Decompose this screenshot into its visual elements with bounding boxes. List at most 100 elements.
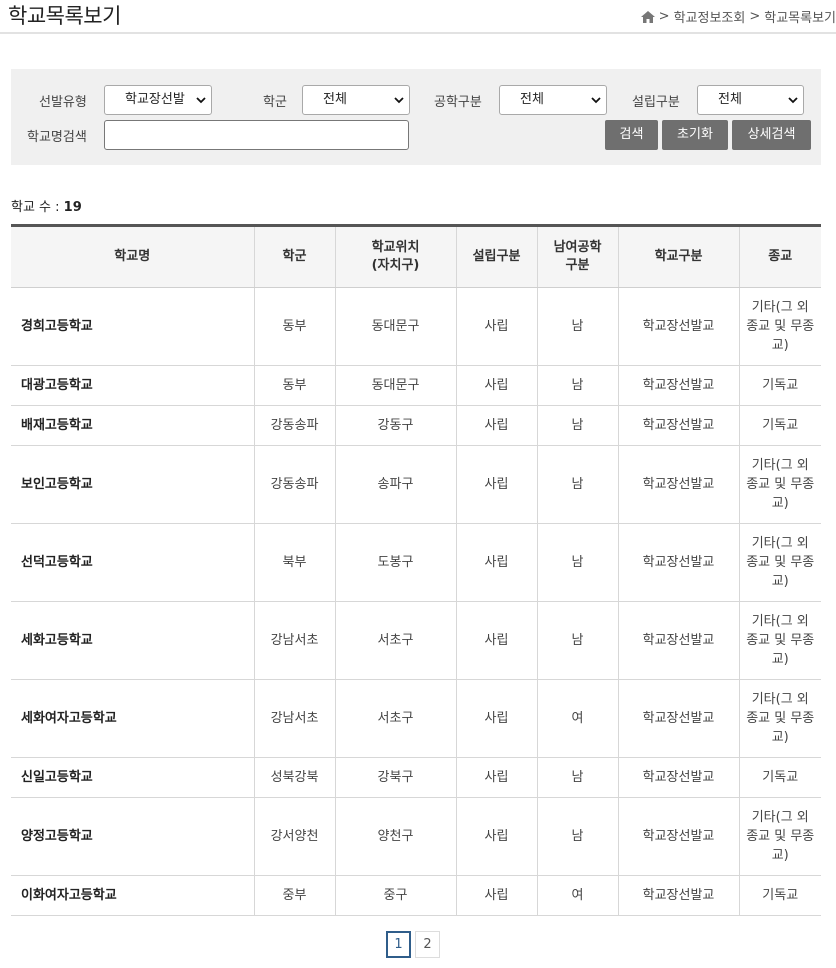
- school-name-cell[interactable]: 대광고등학교: [11, 365, 254, 406]
- religion-cell: 기타(그 외 종교 및 무종교): [738, 445, 821, 524]
- district-cell: 북부: [253, 523, 335, 602]
- location-cell: 도봉구: [334, 523, 456, 602]
- col-header-coed-text: 남여공학 구분: [553, 240, 602, 273]
- col-header-location[interactable]: 학교위치 (자치구): [334, 224, 456, 288]
- table-row: 세화고등학교 강남서초 서초구 사립 남 학교장선발교 기타(그 외 종교 및 무종교): [11, 601, 821, 680]
- table-row: 양정고등학교 강서양천 양천구 사립 남 학교장선발교 기타(그 외 종교 및 무종교): [11, 797, 821, 876]
- location-cell: 강동구: [334, 405, 456, 446]
- table-row: 이화여자고등학교 중부 중구 사립 여 학교장선발교 기독교: [11, 875, 821, 916]
- district-cell: 동부: [253, 287, 335, 366]
- col-header-establishment[interactable]: 설립구분: [455, 224, 537, 288]
- location-cell: 동대문구: [334, 365, 456, 406]
- school-name-cell[interactable]: 양정고등학교: [11, 797, 254, 876]
- school-type-cell: 학교장선발교: [617, 445, 739, 524]
- district-cell: 강남서초: [253, 679, 335, 758]
- school-name-cell[interactable]: 선덕고등학교: [11, 523, 254, 602]
- coed-cell: 남: [536, 365, 618, 406]
- coed-cell: 남: [536, 523, 618, 602]
- coed-cell: 남: [536, 601, 618, 680]
- selection-type-select[interactable]: 학교장선발: [104, 85, 212, 115]
- school-name-cell[interactable]: 보인고등학교: [11, 445, 254, 524]
- district-cell: 동부: [253, 365, 335, 406]
- coed-cell: 여: [536, 679, 618, 758]
- school-type-cell: 학교장선발교: [617, 365, 739, 406]
- home-icon[interactable]: [640, 10, 655, 23]
- religion-cell: 기타(그 외 종교 및 무종교): [738, 287, 821, 366]
- table-row: 세화여자고등학교 강남서초 서초구 사립 여 학교장선발교 기타(그 외 종교 및 무종교): [11, 679, 821, 758]
- reset-button[interactable]: 초기화: [662, 120, 728, 150]
- establishment-value: 전체: [718, 92, 742, 107]
- establishment-cell: 사립: [455, 797, 537, 876]
- religion-cell: 기타(그 외 종교 및 무종교): [738, 601, 821, 680]
- coed-cell: 여: [536, 875, 618, 916]
- chevron-down-icon: [394, 97, 404, 104]
- table-row: 경희고등학교 동부 동대문구 사립 남 학교장선발교 기타(그 외 종교 및 무종교): [11, 287, 821, 366]
- school-name-cell[interactable]: 세화여자고등학교: [11, 679, 254, 758]
- table-row: 보인고등학교 강동송파 송파구 사립 남 학교장선발교 기타(그 외 종교 및 무종교): [11, 445, 821, 524]
- coed-select[interactable]: 전체: [499, 85, 607, 115]
- table-row: 신일고등학교 성북강북 강북구 사립 남 학교장선발교 기독교: [11, 757, 821, 798]
- col-header-coed[interactable]: 남여공학 구분: [536, 224, 618, 288]
- school-type-cell: 학교장선발교: [617, 797, 739, 876]
- school-name-search-input[interactable]: [104, 120, 409, 150]
- religion-cell: 기타(그 외 종교 및 무종교): [738, 679, 821, 758]
- chevron-down-icon: [196, 97, 206, 104]
- table-header-row: 학교명 학군 학교위치 (자치구) 설립구분 남여공학 구분 학교구분 종교: [11, 224, 821, 288]
- school-district-select[interactable]: 전체: [302, 85, 410, 115]
- establishment-cell: 사립: [455, 523, 537, 602]
- search-filter-panel: 선발유형 학교장선발 학군 전체 공학구분 전체 설립구분 전체 학교명검색 검…: [11, 69, 821, 165]
- religion-cell: 기독교: [738, 875, 821, 916]
- religion-cell: 기독교: [738, 365, 821, 406]
- location-cell: 서초구: [334, 679, 456, 758]
- district-cell: 성북강북: [253, 757, 335, 798]
- coed-cell: 남: [536, 445, 618, 524]
- school-name-cell[interactable]: 이화여자고등학교: [11, 875, 254, 916]
- location-cell: 서초구: [334, 601, 456, 680]
- district-cell: 강동송파: [253, 445, 335, 524]
- school-name-cell[interactable]: 신일고등학교: [11, 757, 254, 798]
- location-cell: 강북구: [334, 757, 456, 798]
- school-type-cell: 학교장선발교: [617, 757, 739, 798]
- page-2-button[interactable]: 2: [415, 931, 440, 958]
- coed-value: 전체: [520, 92, 544, 107]
- religion-cell: 기독교: [738, 405, 821, 446]
- page-1-button[interactable]: 1: [386, 931, 411, 958]
- religion-cell: 기독교: [738, 757, 821, 798]
- col-header-school-name[interactable]: 학교명: [11, 224, 254, 288]
- school-count: 학교 수 : 19: [11, 196, 82, 215]
- breadcrumb-item-school-info[interactable]: 학교정보조회: [674, 7, 746, 26]
- school-list-table: 학교명 학군 학교위치 (자치구) 설립구분 남여공학 구분 학교구분 종교 경…: [11, 224, 821, 916]
- establishment-cell: 사립: [455, 601, 537, 680]
- pagination: 1 2: [386, 931, 440, 958]
- school-type-cell: 학교장선발교: [617, 523, 739, 602]
- school-name-cell[interactable]: 세화고등학교: [11, 601, 254, 680]
- breadcrumb-item-school-list[interactable]: 학교목록보기: [764, 7, 836, 26]
- establishment-cell: 사립: [455, 679, 537, 758]
- school-type-cell: 학교장선발교: [617, 405, 739, 446]
- col-header-school-type[interactable]: 학교구분: [617, 224, 739, 288]
- table-row: 배재고등학교 강동송파 강동구 사립 남 학교장선발교 기독교: [11, 405, 821, 446]
- col-header-location-text: 학교위치 (자치구): [371, 240, 420, 273]
- school-name-cell[interactable]: 배재고등학교: [11, 405, 254, 446]
- search-button[interactable]: 검색: [605, 120, 658, 150]
- chevron-down-icon: [591, 97, 601, 104]
- breadcrumb-separator: >: [658, 9, 670, 24]
- district-cell: 강서양천: [253, 797, 335, 876]
- religion-cell: 기타(그 외 종교 및 무종교): [738, 523, 821, 602]
- school-type-cell: 학교장선발교: [617, 875, 739, 916]
- col-header-religion[interactable]: 종교: [738, 224, 821, 288]
- establishment-label: 설립구분: [632, 95, 680, 110]
- coed-cell: 남: [536, 287, 618, 366]
- establishment-select[interactable]: 전체: [697, 85, 804, 115]
- coed-label: 공학구분: [434, 95, 482, 110]
- establishment-cell: 사립: [455, 757, 537, 798]
- col-header-district[interactable]: 학군: [253, 224, 335, 288]
- table-row: 대광고등학교 동부 동대문구 사립 남 학교장선발교 기독교: [11, 365, 821, 406]
- school-district-label: 학군: [263, 95, 287, 110]
- table-row: 선덕고등학교 북부 도봉구 사립 남 학교장선발교 기타(그 외 종교 및 무종교): [11, 523, 821, 602]
- detail-search-button[interactable]: 상세검색: [732, 120, 811, 150]
- breadcrumb-separator: >: [749, 9, 761, 24]
- school-name-cell[interactable]: 경희고등학교: [11, 287, 254, 366]
- coed-cell: 남: [536, 757, 618, 798]
- district-cell: 중부: [253, 875, 335, 916]
